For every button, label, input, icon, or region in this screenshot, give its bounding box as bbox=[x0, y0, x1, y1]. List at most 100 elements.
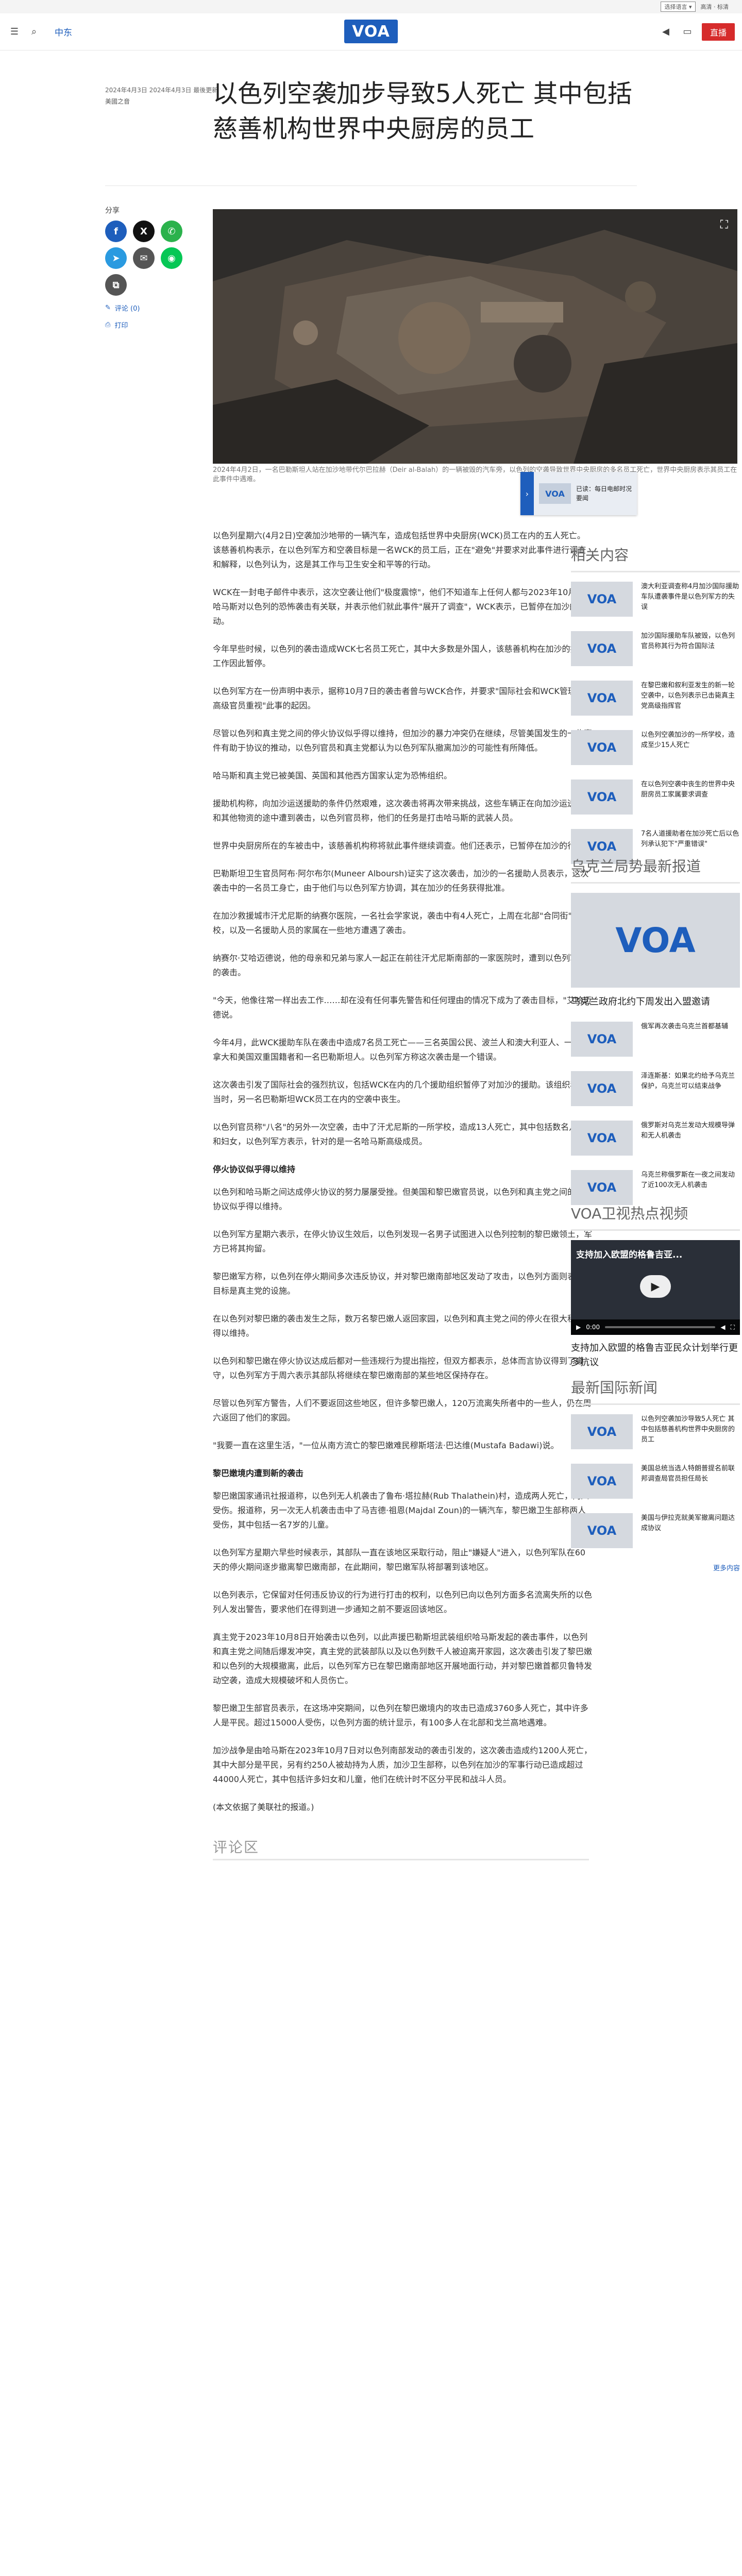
live-button[interactable]: 直播 bbox=[701, 23, 735, 41]
article-paragraph: 今年早些时候，以色列的袭击造成WCK七名员工死亡，其中大多数是外国人，该慈善机构… bbox=[213, 644, 587, 668]
line-share-icon[interactable]: ◉ bbox=[161, 247, 182, 269]
related-item-title: 在黎巴嫩和叙利亚发生的新一轮空袭中，以色列表示已击毙真主党高级指挥官 bbox=[641, 682, 735, 710]
audio-icon[interactable]: ◀ bbox=[659, 25, 673, 39]
related-item-title: 在以色列空袭中丧生的世界中央厨房员工家属要求调查 bbox=[641, 781, 735, 799]
related-item[interactable]: VOA 澳大利亚调查称4月加沙国际援助车队遭袭事件是以色列军方的失误 bbox=[571, 582, 740, 617]
fullscreen-icon[interactable]: ⛶ bbox=[720, 218, 728, 231]
article-body: 以色列星期六(4月2日)空袭加沙地带的一辆汽车，造成包括世界中央厨房(WCK)员… bbox=[213, 529, 593, 1828]
site-header: ☰ ⌕ 中东 VOA ◀ ▭ 直播 bbox=[0, 13, 742, 50]
top-utility-bar: 选择语言 ▾ 高清 · 标清 bbox=[0, 0, 742, 13]
article-subheading: 黎巴嫩境内遭到新的袭击 bbox=[213, 1468, 304, 1478]
progress-bar[interactable] bbox=[605, 1326, 716, 1328]
voa-thumbnail: VOA bbox=[571, 779, 633, 815]
ukraine-section: 乌克兰局势最新报道 VOA 乌克兰政府北约下周发出入盟邀请 VOA 俄军再次袭击乌… bbox=[571, 855, 740, 1219]
telegram-share-icon[interactable]: ➤ bbox=[105, 247, 127, 269]
article-paragraph: 加沙战争是由哈马斯在2023年10月7日对以色列南部发动的袭击引发的，这次袭击造… bbox=[213, 1745, 592, 1784]
voa-logo[interactable]: VOA bbox=[344, 20, 398, 43]
article-paragraph: 真主党于2023年10月8日开始袭击以色列，以此声援巴勒斯坦武装组织哈马斯发起的… bbox=[213, 1632, 593, 1685]
voa-thumbnail: VOA bbox=[571, 1121, 633, 1156]
article-dates: 2024年4月3日 2024年4月3日 最後更新 bbox=[105, 87, 218, 94]
ukraine-item-title: 乌克兰称俄罗斯在一夜之间发动了近100次无人机袭击 bbox=[641, 1171, 735, 1189]
newsletter-text: 已读：每日电邮时况要闻 bbox=[576, 485, 632, 502]
article-paragraph: 这次袭击引发了国际社会的强烈抗议，包括WCK在内的几个援助组织暂停了对加沙的援助… bbox=[213, 1080, 587, 1104]
play-icon[interactable]: ▶ bbox=[640, 1275, 671, 1298]
comments-link[interactable]: ✎ 评论 (0) bbox=[105, 303, 198, 313]
latest-item-title: 美国总统当选人特朗普提名前联邦调查局官员担任局长 bbox=[641, 1465, 735, 1483]
section-label[interactable]: 中东 bbox=[55, 25, 72, 38]
video-icon[interactable]: ▭ bbox=[680, 25, 695, 39]
x-share-icon[interactable]: X bbox=[133, 221, 155, 242]
copy-link-icon[interactable]: ⧉ bbox=[105, 274, 127, 296]
related-item[interactable]: VOA 在黎巴嫩和叙利亚发生的新一轮空袭中，以色列表示已击毙真主党高级指挥官 bbox=[571, 681, 740, 716]
video-time: 0:00 bbox=[586, 1324, 600, 1331]
article-paragraph: 以色列军方星期六表示，在停火协议生效后，以色列发现一名男子试图进入以色列控制的黎… bbox=[213, 1229, 593, 1253]
voa-thumbnail: VOA bbox=[539, 483, 571, 504]
latest-item-title: 以色列空袭加沙导致5人死亡 其中包括慈善机构世界中央厨房的员工 bbox=[641, 1415, 735, 1444]
menu-icon[interactable]: ☰ bbox=[7, 25, 22, 39]
article-paragraph: 世界中央厨房所在的车被击中，该慈善机构称将就此事件继续调查。他们还表示，已暂停在… bbox=[213, 841, 593, 851]
related-item[interactable]: VOA 加沙国际援助车队被毁，以色列官员称其行为符合国际法 bbox=[571, 631, 740, 666]
latest-item[interactable]: VOA 以色列空袭加沙导致5人死亡 其中包括慈善机构世界中央厨房的员工 bbox=[571, 1414, 740, 1449]
voa-thumbnail: VOA bbox=[571, 1414, 633, 1449]
related-item-title: 以色列空袭加沙的一所学校，造成至少15人死亡 bbox=[641, 731, 735, 749]
facebook-share-icon[interactable]: f bbox=[105, 221, 127, 242]
latest-heading[interactable]: 最新国际新闻 bbox=[571, 1377, 740, 1405]
ukraine-item[interactable]: VOA 乌克兰称俄罗斯在一夜之间发动了近100次无人机袭击 bbox=[571, 1170, 740, 1205]
article-paragraph: 以色列和哈马斯之间达成停火协议的努力屡屡受挫。但美国和黎巴嫩官员说，以色列和真主… bbox=[213, 1187, 593, 1211]
article-paragraph: 尽管以色列和真主党之间的停火协议似乎得以维持，但加沙的暴力冲突仍在继续，尽管美国… bbox=[213, 728, 593, 753]
video-caption[interactable]: 支持加入欧盟的格鲁吉亚民众计划举行更多抗议 bbox=[571, 1341, 740, 1370]
search-icon[interactable]: ⌕ bbox=[27, 25, 41, 39]
comment-icon: ✎ bbox=[105, 304, 111, 312]
article-paragraph: 在以色列对黎巴嫩的袭击发生之际，数万名黎巴嫩人返回家园，以色列和真主党之间的停火… bbox=[213, 1314, 593, 1338]
article-paragraph: 在加沙救援城市汗尤尼斯的纳赛尔医院，一名社会学家说，袭击中有4人死亡，上周在北部… bbox=[213, 911, 580, 935]
wrecked-car-photo bbox=[213, 209, 737, 464]
video-heading[interactable]: VOA卫视热点视频 bbox=[571, 1202, 740, 1231]
video-controls: ▶ 0:00 ◀ ⛶ bbox=[571, 1319, 740, 1335]
article-paragraph: 以色列军方星期六早些时候表示，其部队一直在该地区采取行动，阻止"嫌疑人"进入，以… bbox=[213, 1548, 586, 1572]
volume-icon[interactable]: ◀ bbox=[720, 1324, 725, 1331]
ukraine-lead-title[interactable]: 乌克兰政府北约下周发出入盟邀请 bbox=[571, 995, 740, 1009]
ukraine-item-title: 俄罗斯对乌克兰发动大规模导弹和无人机袭击 bbox=[641, 1122, 735, 1140]
image-caption: 2024年4月2日，一名巴勒斯坦人站在加沙地带代尔巴拉赫（Deir al-Bal… bbox=[213, 466, 737, 483]
voa-thumbnail: VOA bbox=[571, 730, 633, 765]
ukraine-item[interactable]: VOA 俄军再次袭击乌克兰首都基辅 bbox=[571, 1022, 740, 1057]
more-link[interactable]: 更多内容 bbox=[571, 1563, 740, 1572]
related-item-title: 加沙国际援助车队被毁，以色列官员称其行为符合国际法 bbox=[641, 632, 735, 650]
divider bbox=[105, 185, 637, 186]
article-paragraph: 以色列和黎巴嫩在停火协议达成后都对一些违规行为提出指控，但双方都表示，总体而言协… bbox=[213, 1356, 584, 1380]
email-share-icon[interactable]: ✉ bbox=[133, 247, 155, 269]
article-paragraph: 以色列军方在一份声明中表示，据称10月7日的袭击者曾与WCK合作，并要求"国际社… bbox=[213, 686, 593, 710]
latest-item[interactable]: VOA 美国总统当选人特朗普提名前联邦调查局官员担任局长 bbox=[571, 1464, 740, 1499]
related-item[interactable]: VOA 在以色列空袭中丧生的世界中央厨房员工家属要求调查 bbox=[571, 779, 740, 815]
voa-thumbnail[interactable]: VOA bbox=[571, 893, 740, 988]
collapse-arrow-icon[interactable]: › bbox=[520, 472, 534, 515]
video-player[interactable]: 支持加入欧盟的格鲁吉亚... ▶ ▶ 0:00 ◀ ⛶ bbox=[571, 1240, 740, 1335]
quality-toggle[interactable]: 高清 · 标清 bbox=[701, 3, 729, 11]
voa-thumbnail: VOA bbox=[571, 1464, 633, 1499]
newsletter-card[interactable]: › VOA 已读：每日电邮时况要闻 bbox=[520, 472, 637, 515]
article-paragraph: "今天，他像往常一样出去工作……却在没有任何事先警告和任何理由的情况下成为了袭击… bbox=[213, 995, 592, 1020]
article-paragraph: 以色列官员称"八名"的另外一次空袭，击中了汗尤尼斯的一所学校，造成13人死亡，其… bbox=[213, 1122, 586, 1146]
language-select[interactable]: 选择语言 ▾ bbox=[661, 2, 696, 12]
fullscreen-small-icon[interactable]: ⛶ bbox=[731, 1324, 735, 1331]
article-paragraph: "我要一直在这里生活，"一位从南方流亡的黎巴嫩难民穆斯塔法·巴达维(Mustaf… bbox=[213, 1440, 559, 1450]
share-panel: 分享 f X ✆ ➤ ✉ ◉ ⧉ ✎ 评论 (0) ⎙ 打印 bbox=[105, 205, 198, 330]
article-paragraph: 黎巴嫩国家通讯社报道称，以色列无人机袭击了鲁布·塔拉赫(Rub Thalathe… bbox=[213, 1491, 589, 1530]
article-paragraph: 今年4月，此WCK援助车队在袭击中造成7名员工死亡——三名英国公民、波兰人和澳大… bbox=[213, 1038, 589, 1062]
article-paragraph: 尽管以色列军方警告，人们不要返回这些地区，但许多黎巴嫩人，120万流离失所者中的… bbox=[213, 1398, 592, 1422]
related-item-title: 7名人道援助者在加沙死亡后以色列承认犯下"严重错误" bbox=[641, 830, 739, 848]
ukraine-item[interactable]: VOA 俄罗斯对乌克兰发动大规模导弹和无人机袭击 bbox=[571, 1121, 740, 1156]
ukraine-item[interactable]: VOA 泽连斯基：如果北约给予乌克兰保护，乌克兰可以结束战争 bbox=[571, 1071, 740, 1106]
play-small-icon[interactable]: ▶ bbox=[576, 1324, 581, 1331]
print-link[interactable]: ⎙ 打印 bbox=[105, 320, 198, 330]
voa-thumbnail: VOA bbox=[571, 1071, 633, 1106]
article-paragraph: 哈马斯和真主党已被美国、英国和其他西方国家认定为恐怖组织。 bbox=[213, 771, 452, 781]
article-paragraph: 以色列表示，它保留对任何违反协议的行为进行打击的权利，以色列已向以色列方面多名流… bbox=[213, 1590, 593, 1614]
video-section: VOA卫视热点视频 支持加入欧盟的格鲁吉亚... ▶ ▶ 0:00 ◀ ⛶ 支持… bbox=[571, 1202, 740, 1383]
related-item[interactable]: VOA 以色列空袭加沙的一所学校，造成至少15人死亡 bbox=[571, 730, 740, 765]
divider bbox=[213, 1859, 589, 1860]
ukraine-heading[interactable]: 乌克兰局势最新报道 bbox=[571, 855, 740, 884]
whatsapp-share-icon[interactable]: ✆ bbox=[161, 221, 182, 242]
latest-item[interactable]: VOA 美国与伊拉克就美军撤离问题达成协议 bbox=[571, 1513, 740, 1548]
article-paragraph: 纳赛尔·艾哈迈德说，他的母亲和兄弟与家人一起正在前往汗尤尼斯南部的一家医院时，遭… bbox=[213, 953, 587, 977]
